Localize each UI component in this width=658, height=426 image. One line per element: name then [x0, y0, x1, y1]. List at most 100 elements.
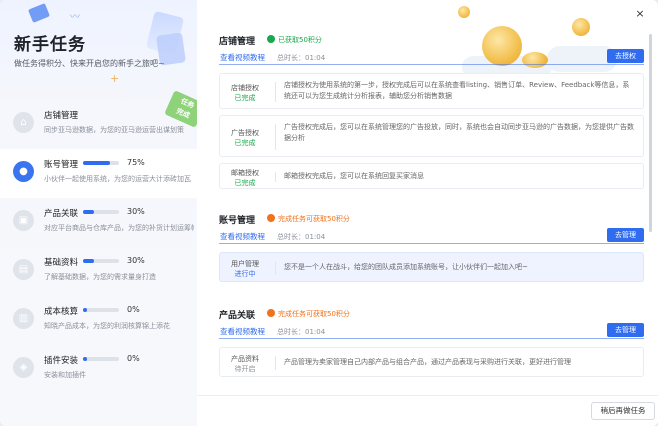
coin-icon — [482, 26, 522, 66]
row-divider — [275, 124, 276, 150]
task-name: 基础资料 — [44, 258, 79, 268]
section-divider — [219, 338, 644, 339]
points-badge-text: 已获取50积分 — [278, 36, 322, 44]
task-description: 知晓产品成本，为您的利润核算锦上添花 — [44, 322, 170, 330]
task-progress-percent: 75% — [127, 158, 145, 167]
info-circle-icon — [267, 309, 275, 317]
points-badge: 完成任务可获取50积分 — [267, 214, 350, 224]
section-title: 账号管理 — [219, 216, 256, 226]
video-tutorial-link[interactable]: 查看视频教程 — [220, 231, 265, 242]
sidebar-task-item[interactable]: ● 账号管理 小伙伴一起使用系统，为您的运营大计添砖加瓦 75% — [0, 149, 197, 198]
subtask-description: 店铺授权为使用系统的第一步，授权完成后可以在系统查看listing、销售订单、R… — [284, 81, 630, 100]
task-description: 同步亚马逊数据，为您的亚马逊运营出谋划策 — [44, 126, 184, 134]
sidebar-task-item[interactable]: ▣ 产品关联 对应平台商品与仓库产品，为您的补货计划运筹帷幄 30% — [0, 198, 197, 247]
subtask-row: 用户管理 进行中 您不是一个人在战斗，给您的团队成员添加系统账号，让小伙伴们一起… — [219, 252, 644, 282]
task-progress-fill — [83, 357, 87, 361]
section-action-button[interactable]: 去管理 — [607, 228, 644, 242]
wave-decoration-icon: 〰 — [70, 12, 80, 23]
subtask-status: 已完成 — [234, 179, 256, 187]
sidebar-subtitle: 做任务得积分、快来开启您的新手之旅吧~ — [14, 59, 165, 68]
users-icon: ● — [13, 161, 34, 182]
task-name: 账号管理 — [44, 160, 79, 170]
task-progress-fill — [83, 161, 110, 165]
subtask-name: 店铺授权 — [231, 84, 259, 92]
sidebar-title: 新手任务 — [14, 35, 86, 55]
subtask-description: 您不是一个人在战斗，给您的团队成员添加系统账号，让小伙伴们一起加入吧~ — [284, 263, 528, 271]
row-divider — [275, 261, 276, 275]
subtask-name: 产品资料 — [231, 355, 259, 363]
dialog-footer: 稍后再做任务 — [197, 395, 658, 426]
subtask-name: 广告授权 — [231, 129, 259, 137]
section-action-button[interactable]: 去授权 — [607, 49, 644, 63]
sidebar-task-item[interactable]: ◈ 插件安装 安装和加插件 0% — [0, 345, 197, 394]
task-detail-scroll[interactable]: 店铺管理 已获取50积分 查看视频教程 总时长：01:04 去授权 店铺授权 已… — [197, 0, 658, 395]
task-progress-fill — [83, 308, 87, 312]
task-progress-bar — [83, 308, 119, 312]
subtask-row: 产品资料 待开启 产品管理为卖家管理自己内部产品与组合产品，通过产品表现与采购进… — [219, 347, 644, 377]
subtask-status: 待开启 — [234, 365, 256, 373]
sparkle-decoration-icon: + — [110, 72, 120, 85]
section-divider — [219, 243, 644, 244]
video-tutorial-link[interactable]: 查看视频教程 — [220, 52, 265, 63]
box-icon: ▣ — [13, 210, 34, 231]
section-action-button[interactable]: 去管理 — [607, 323, 644, 337]
points-badge-text: 完成任务可获取50积分 — [278, 215, 350, 223]
section-title: 店铺管理 — [219, 37, 256, 47]
task-progress-fill — [83, 210, 94, 214]
task-progress-percent: 30% — [127, 256, 145, 265]
sidebar-task-item[interactable]: ▤ 基础资料 了解基础数据，为您的需求量身打造 30% — [0, 247, 197, 296]
video-tutorial-link[interactable]: 查看视频教程 — [220, 326, 265, 337]
scrollbar[interactable] — [649, 34, 652, 232]
subtask-description: 产品管理为卖家管理自己内部产品与组合产品，通过产品表现与采购进行关联，更好进行管… — [284, 358, 571, 366]
store-icon: ⌂ — [13, 112, 34, 133]
flag-decoration-icon — [28, 3, 50, 23]
row-divider — [275, 82, 276, 102]
info-circle-icon — [267, 214, 275, 222]
subtask-name: 用户管理 — [231, 260, 259, 268]
task-progress-bar — [83, 210, 119, 214]
task-progress-bar — [83, 259, 119, 263]
subtask-description: 广告授权完成后，您可以在系统管理您的广告投放，同时，系统也会自动同步亚马逊的广告… — [284, 123, 634, 142]
check-circle-icon — [267, 35, 275, 43]
sidebar-task-item[interactable]: ⌂ 店铺管理 同步亚马逊数据，为您的亚马逊运营出谋划策 — [0, 100, 197, 149]
new-user-task-dialog: 〰 + 任务 完成 新手任务 做任务得积分、快来开启您的新手之旅吧~ ⌂ 店铺管理… — [0, 0, 658, 426]
subtask-row: 邮箱授权 已完成 邮箱授权完成后，您可以在系统回复买家消息 — [219, 163, 644, 189]
row-divider — [275, 172, 276, 182]
video-duration: 总时长：01:04 — [277, 328, 326, 336]
subtask-status: 已完成 — [234, 94, 256, 102]
do-later-button[interactable]: 稍后再做任务 — [591, 402, 655, 420]
task-description: 小伙伴一起使用系统，为您的运营大计添砖加瓦 — [44, 175, 191, 183]
task-name: 插件安装 — [44, 356, 79, 366]
task-name: 成本核算 — [44, 307, 79, 317]
task-progress-fill — [83, 259, 94, 263]
task-description: 对应平台商品与仓库产品，为您的补货计划运筹帷幄 — [44, 224, 194, 232]
points-badge-text: 完成任务可获取50积分 — [278, 310, 350, 318]
building-icon: ▥ — [13, 308, 34, 329]
document-icon: ▤ — [13, 259, 34, 280]
plugin-icon: ◈ — [13, 357, 34, 378]
video-duration: 总时长：01:04 — [277, 233, 326, 241]
task-progress-bar — [83, 357, 119, 361]
section-title: 产品关联 — [219, 311, 256, 321]
subtask-status: 进行中 — [234, 270, 256, 278]
close-icon[interactable]: × — [633, 7, 647, 21]
subtask-status: 已完成 — [234, 139, 256, 147]
task-sidebar: 〰 + 任务 完成 新手任务 做任务得积分、快来开启您的新手之旅吧~ ⌂ 店铺管理… — [0, 0, 206, 426]
task-description: 安装和加插件 — [44, 371, 86, 379]
task-progress-percent: 0% — [127, 305, 140, 314]
task-name: 店铺管理 — [44, 111, 79, 121]
section-divider — [219, 64, 644, 65]
subtask-row: 店铺授权 已完成 店铺授权为使用系统的第一步，授权完成后可以在系统查看listi… — [219, 73, 644, 109]
coin-icon — [458, 6, 470, 18]
task-detail-panel: 店铺管理 已获取50积分 查看视频教程 总时长：01:04 去授权 店铺授权 已… — [197, 0, 658, 426]
row-divider — [275, 356, 276, 370]
task-name: 产品关联 — [44, 209, 79, 219]
coin-icon — [522, 52, 548, 68]
task-progress-percent: 0% — [127, 354, 140, 363]
sidebar-task-item[interactable]: ▥ 成本核算 知晓产品成本，为您的利润核算锦上添花 0% — [0, 296, 197, 345]
points-badge: 已获取50积分 — [267, 35, 322, 45]
task-progress-percent: 30% — [127, 207, 145, 216]
task-progress-bar — [83, 161, 119, 165]
points-badge: 完成任务可获取50积分 — [267, 309, 350, 319]
video-duration: 总时长：01:04 — [277, 54, 326, 62]
